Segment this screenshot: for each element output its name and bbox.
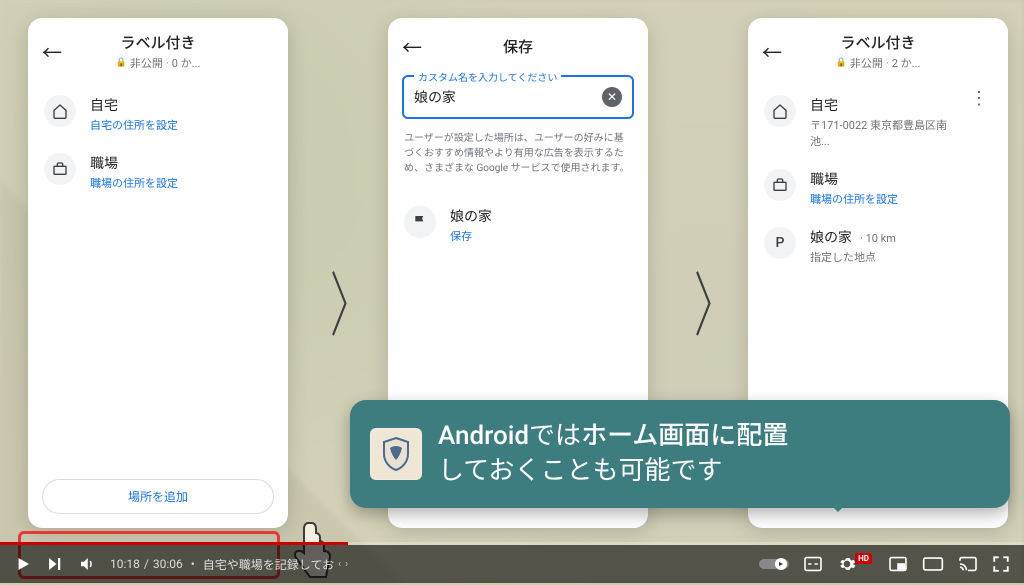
hd-badge: HD bbox=[855, 553, 872, 564]
menu-icon[interactable]: ⋮ bbox=[966, 95, 992, 103]
list-item-home[interactable]: 自宅 〒171-0022 東京都豊島区南池... ⋮ bbox=[762, 85, 994, 159]
lock-icon: 🔒 bbox=[116, 58, 127, 68]
phone-header: ← ラベル付き 🔒 非公開 · 0 か... bbox=[28, 18, 288, 75]
page-subtitle: 🔒 非公開 · 0 か... bbox=[72, 55, 244, 71]
title-block: ラベル付き 🔒 非公開 · 2 か... bbox=[792, 32, 964, 71]
item-text: 職場 職場の住所を設定 bbox=[90, 153, 272, 191]
dot: · bbox=[166, 57, 169, 70]
back-arrow-icon[interactable]: ← bbox=[402, 32, 422, 61]
list-item-result[interactable]: 娘の家 保存 bbox=[402, 196, 634, 254]
chevron-right-icon: 〉 bbox=[330, 250, 372, 351]
current-time: 10:18 bbox=[110, 557, 140, 571]
caption-bubble: Androidではホーム画面に配置 しておくことも可能です bbox=[350, 400, 1010, 508]
item-label: 職場 bbox=[90, 153, 272, 173]
caption-text: Androidではホーム画面に配置 しておくことも可能です bbox=[438, 419, 788, 489]
input-floating-label: カスタム名を入力してください bbox=[414, 69, 561, 84]
phone-labeled-empty: ← ラベル付き 🔒 非公開 · 0 か... 自宅 自宅の住所を設定 bbox=[28, 18, 288, 528]
caption-line2: しておくことも可能です bbox=[438, 456, 722, 486]
item-sub: 自宅の住所を設定 bbox=[90, 117, 272, 133]
volume-button[interactable] bbox=[78, 555, 96, 573]
autoplay-toggle[interactable] bbox=[759, 557, 789, 571]
input-value: 娘の家 bbox=[414, 87, 602, 107]
chapter-next-icon[interactable]: › bbox=[345, 559, 348, 570]
count-label: 0 か... bbox=[172, 55, 201, 71]
cast-button[interactable] bbox=[958, 556, 978, 572]
list-item-work[interactable]: 職場 職場の住所を設定 bbox=[762, 159, 994, 217]
page-title: ラベル付き bbox=[72, 32, 244, 53]
item-sub: 指定した地点 bbox=[810, 249, 992, 265]
item-label: 娘の家 bbox=[450, 206, 632, 226]
item-text: 職場 職場の住所を設定 bbox=[810, 169, 992, 207]
distance-label: 10 km bbox=[866, 232, 896, 245]
item-sub: 〒171-0022 東京都豊島区南池... bbox=[810, 117, 952, 149]
privacy-label: 非公開 bbox=[850, 55, 883, 71]
chapter-title[interactable]: 自宅や職場を記録してお bbox=[203, 556, 334, 573]
item-sub: 職場の住所を設定 bbox=[90, 175, 272, 191]
phone-header: ← ラベル付き 🔒 非公開 · 2 か... bbox=[748, 18, 1008, 75]
back-arrow-icon[interactable]: ← bbox=[42, 37, 62, 66]
home-icon bbox=[44, 95, 76, 127]
work-icon bbox=[764, 169, 796, 201]
chapter-prev-icon[interactable]: ‹ bbox=[338, 559, 341, 570]
flag-icon bbox=[404, 206, 436, 238]
title-block: 保存 bbox=[432, 36, 604, 57]
next-button[interactable] bbox=[46, 555, 64, 573]
settings-button[interactable]: HD bbox=[837, 554, 874, 574]
privacy-label: 非公開 bbox=[130, 55, 163, 71]
item-text: 自宅 自宅の住所を設定 bbox=[90, 95, 272, 133]
time-sep: / bbox=[144, 557, 149, 571]
page-title: 保存 bbox=[432, 36, 604, 57]
title-block: ラベル付き 🔒 非公開 · 0 か... bbox=[72, 32, 244, 71]
labeled-list: 自宅 〒171-0022 東京都豊島区南池... ⋮ 職場 職場の住所を設定 P bbox=[748, 75, 1008, 285]
caption-keyword: Android bbox=[438, 421, 529, 451]
time-chapter: 10:18 / 30:06 • 自宅や職場を記録してお ‹ › bbox=[110, 556, 348, 573]
dot: · bbox=[886, 57, 889, 70]
item-label: 娘の家 bbox=[810, 230, 852, 246]
item-sub: 職場の住所を設定 bbox=[810, 191, 992, 207]
item-meta: · 10 km bbox=[860, 232, 896, 245]
list-item-custom[interactable]: P 娘の家 · 10 km 指定した地点 bbox=[762, 217, 994, 275]
chapter-sep: • bbox=[191, 557, 195, 571]
count-label: 2 か... bbox=[892, 55, 921, 71]
total-time: 30:06 bbox=[153, 557, 183, 571]
item-label: 自宅 bbox=[90, 95, 272, 115]
save-action[interactable]: 保存 bbox=[450, 228, 632, 244]
miniplayer-button[interactable] bbox=[888, 556, 908, 572]
clear-icon[interactable]: ✕ bbox=[602, 87, 622, 107]
back-arrow-icon[interactable]: ← bbox=[762, 37, 782, 66]
privacy-hint: ユーザーが設定した場所は、ユーザーの好みに基づくおすすめ情報やより有用な広告を表… bbox=[388, 125, 648, 186]
shield-icon bbox=[370, 428, 422, 480]
item-label: 職場 bbox=[810, 169, 992, 189]
caption-mid: では bbox=[529, 421, 581, 451]
parking-icon: P bbox=[764, 227, 796, 259]
play-button[interactable] bbox=[14, 555, 32, 573]
lock-icon: 🔒 bbox=[836, 58, 847, 68]
page-title: ラベル付き bbox=[792, 32, 964, 53]
chevron-right-icon: 〉 bbox=[694, 250, 736, 351]
add-place-button[interactable]: 場所を追加 bbox=[42, 479, 274, 514]
list-item-work[interactable]: 職場 職場の住所を設定 bbox=[42, 143, 274, 201]
fullscreen-button[interactable] bbox=[992, 555, 1010, 573]
caption-keyword: ホーム画面に配置 bbox=[581, 421, 788, 451]
phone-header: ← 保存 bbox=[388, 18, 648, 65]
work-icon bbox=[44, 153, 76, 185]
page-subtitle: 🔒 非公開 · 2 か... bbox=[792, 55, 964, 71]
item-label-row: 娘の家 · 10 km bbox=[810, 227, 992, 247]
result-list: 娘の家 保存 bbox=[388, 186, 648, 264]
item-text: 娘の家 · 10 km 指定した地点 bbox=[810, 227, 992, 265]
custom-name-input[interactable]: カスタム名を入力してください 娘の家 ✕ bbox=[402, 75, 634, 119]
item-text: 娘の家 保存 bbox=[450, 206, 632, 244]
home-icon bbox=[764, 95, 796, 127]
labeled-list: 自宅 自宅の住所を設定 職場 職場の住所を設定 bbox=[28, 75, 288, 211]
theater-button[interactable] bbox=[922, 556, 944, 572]
item-text: 自宅 〒171-0022 東京都豊島区南池... bbox=[810, 95, 952, 149]
player-controls: 10:18 / 30:06 • 自宅や職場を記録してお ‹ › HD bbox=[0, 545, 1024, 583]
subtitles-button[interactable] bbox=[803, 556, 823, 572]
list-item-home[interactable]: 自宅 自宅の住所を設定 bbox=[42, 85, 274, 143]
item-label: 自宅 bbox=[810, 95, 952, 115]
